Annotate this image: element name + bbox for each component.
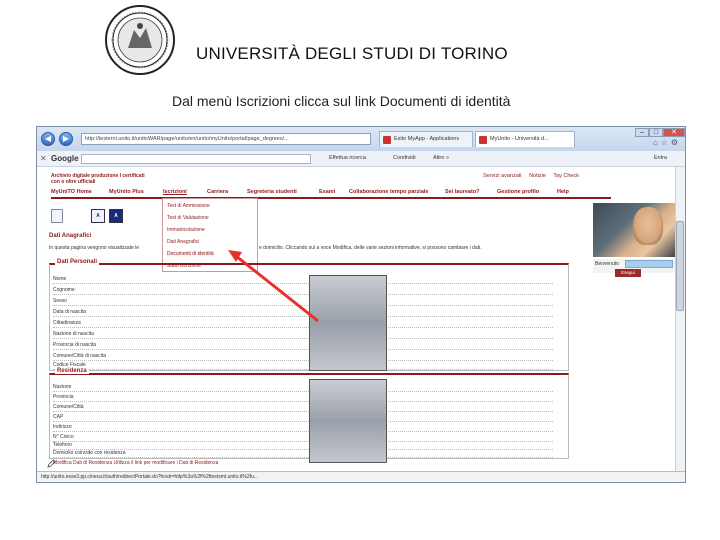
menu-item-plus[interactable]: MyUnito Plus <box>109 189 144 195</box>
slide-subtitle: Dal menù Iscrizioni clicca sul link Docu… <box>172 93 511 109</box>
field-row: Data di nascita <box>53 308 553 317</box>
field-row: Cognome <box>53 286 553 295</box>
edit-residence-link[interactable]: Modifica Dati di Residenza Utilizza il l… <box>53 460 218 466</box>
document-icon[interactable] <box>51 209 63 223</box>
username-field <box>625 260 673 268</box>
redacted-personal-data <box>309 275 387 371</box>
redacted-residence-data <box>309 379 387 463</box>
back-button-icon[interactable]: ◀ <box>41 132 55 146</box>
browser-status-bar: http://unito.esse3.pp.cineca.it/auth/red… <box>37 471 685 482</box>
window-controls: – □ ✕ <box>635 128 685 137</box>
welcome-label: Benvenuto <box>595 261 619 267</box>
tab-label: MyUnito - Università d... <box>490 136 549 142</box>
personal-data-legend: Dati Personali <box>55 259 100 265</box>
menu-item-carriera[interactable]: Carriera <box>207 189 228 195</box>
google-search-input[interactable] <box>81 154 311 164</box>
intro-text-right: e domicilio. Cliccando sul a voce Modifi… <box>259 245 482 251</box>
status-url: http://unito.esse3.pp.cineca.it/auth/red… <box>41 474 258 480</box>
dropdown-item-test-valutazione[interactable]: Test di Valutazione <box>167 215 209 221</box>
toolbar-share-button[interactable]: Condividi <box>393 155 416 161</box>
top-link-item[interactable]: Notizie <box>529 173 546 179</box>
menu-item-laureato[interactable]: Sei laureato? <box>445 189 480 195</box>
university-seal-logo <box>105 5 175 75</box>
field-row: Indirizzo <box>53 423 553 432</box>
student-photo-face <box>633 207 663 245</box>
top-link-item[interactable]: Tay Check <box>553 173 579 179</box>
maximize-icon[interactable]: □ <box>649 128 663 137</box>
google-toolbar: ✕ Google Effettua ricerca Condividi Altr… <box>37 151 685 167</box>
menu-item-help[interactable]: Help <box>557 189 569 195</box>
logout-button[interactable]: Esegui <box>615 269 641 277</box>
iscrizioni-dropdown: Test di Ammissione Test di Valutazione I… <box>162 198 258 272</box>
site-logo[interactable]: Archivio digitale produzione I certifica… <box>51 173 151 185</box>
field-row: Domicilio coincide con residenza <box>53 449 553 458</box>
forward-button-icon[interactable]: ▶ <box>59 132 73 146</box>
intro-text-left: In questa pagina vengono visualizzate le <box>49 245 140 251</box>
minimize-icon[interactable]: – <box>635 128 649 137</box>
google-logo: Google <box>51 154 79 163</box>
field-row: Nazione <box>53 383 553 392</box>
field-row: Provincia di nascita <box>53 341 553 350</box>
menu-item-iscrizioni[interactable]: Iscrizioni <box>163 189 187 195</box>
font-size-button[interactable]: A <box>91 209 105 223</box>
section-title: Dati Anagrafici <box>49 233 92 239</box>
browser-screenshot: ◀ ▶ http://testerni.unito.it/unitoWAR/pa… <box>36 126 686 483</box>
toolbar-more-button[interactable]: Altro » <box>433 155 449 161</box>
field-row: Codice Fiscale <box>53 361 553 370</box>
menu-item-profilo[interactable]: Gestione profilo <box>497 189 539 195</box>
font-size-large-button[interactable]: A <box>109 209 123 223</box>
field-row: Comune/Città di nascita <box>53 352 553 361</box>
menu-item-segreteria[interactable]: Segreteria studenti <box>247 189 297 195</box>
slide-title: UNIVERSITÀ DEGLI STUDI DI TORINO <box>196 44 508 63</box>
main-menu: MyUniTO Home MyUnito Plus Iscrizioni Car… <box>51 187 611 199</box>
menu-item-home[interactable]: MyUniTO Home <box>51 189 92 195</box>
page-scrollbar[interactable] <box>675 167 685 472</box>
top-link-item[interactable]: Servizi avanzati <box>483 173 522 179</box>
browser-address-bar: ◀ ▶ http://testerni.unito.it/unitoWAR/pa… <box>37 127 685 151</box>
field-row: Comune/Città <box>53 403 553 412</box>
field-row: CAP <box>53 413 553 422</box>
dropdown-item-test-ammissione[interactable]: Test di Ammissione <box>167 203 210 209</box>
field-row: Nazione di nascita <box>53 330 553 339</box>
close-icon[interactable]: ✕ <box>663 128 685 137</box>
field-row: Provincia <box>53 393 553 402</box>
tab-label: Esito MyApp - Applications <box>394 136 460 142</box>
toolbar-search-button[interactable]: Effettua ricerca <box>329 155 366 161</box>
toolbar-signin-link[interactable]: Entra <box>654 155 667 161</box>
field-row: Cittadinanza <box>53 319 553 328</box>
browser-tab[interactable]: Esito MyApp - Applications <box>379 131 473 147</box>
residence-legend: Residenza <box>55 368 89 374</box>
browser-tab-active[interactable]: MyUnito - Università d... <box>475 131 575 147</box>
dropdown-item-dati-anagrafici[interactable]: Dati Anagrafici <box>167 239 199 245</box>
field-row: Nome <box>53 275 553 284</box>
menu-item-collaborazione[interactable]: Collaborazione tempo parziale <box>349 189 428 195</box>
dropdown-item-documenti-identita[interactable]: Documenti di identità <box>167 251 214 257</box>
tab-favicon-icon <box>479 136 487 144</box>
dropdown-item-immatricolazione[interactable]: Immatricolazione <box>167 227 205 233</box>
field-row: Sesso <box>53 297 553 306</box>
tab-favicon-icon <box>383 136 391 144</box>
menu-item-esami[interactable]: Esami <box>319 189 335 195</box>
top-links: Servizi avanzati Notizie Tay Check <box>483 173 585 179</box>
browser-tool-icons[interactable]: ⌂☆⚙ <box>653 138 681 147</box>
close-toolbar-icon[interactable]: ✕ <box>40 154 47 163</box>
url-field[interactable]: http://testerni.unito.it/unitoWAR/page/u… <box>81 133 371 145</box>
scrollbar-thumb[interactable] <box>676 221 684 311</box>
